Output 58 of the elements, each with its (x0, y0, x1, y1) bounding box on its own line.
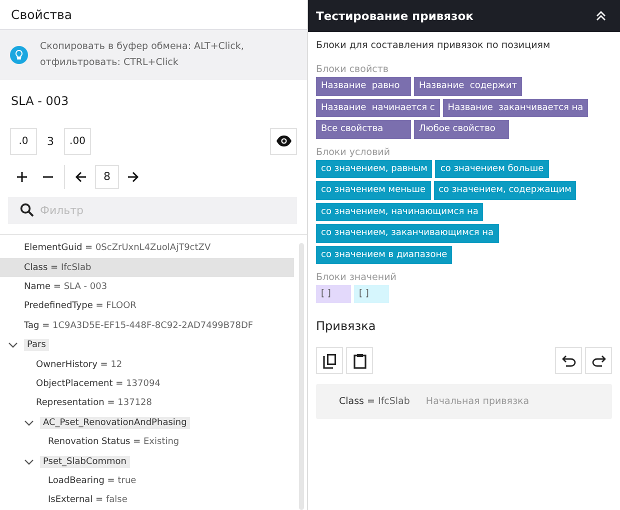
selected-row[interactable]: Class = IfcSlab (0, 258, 294, 278)
section-label: Блоки значений (316, 272, 398, 283)
property-row[interactable]: PredefinedType = FLOOR (24, 301, 136, 312)
section-label: Блоки свойств (316, 64, 390, 75)
property-block[interactable]: Название содержит (414, 77, 522, 96)
property-block[interactable]: Любое свойство (414, 120, 509, 138)
undo-icon (562, 354, 576, 366)
property-row[interactable]: ObjectPlacement = 137094 (36, 378, 160, 389)
property-block[interactable]: Все свойства (316, 120, 411, 138)
property-row[interactable]: Class = IfcSlab (24, 262, 92, 273)
binding-note: Начальная привязка (426, 396, 530, 407)
lightbulb-icon (10, 46, 28, 64)
property-row[interactable]: Representation = 137128 (36, 398, 152, 408)
chevron-down-icon[interactable] (24, 458, 34, 466)
group-label[interactable]: Pset_SlabCommon (40, 456, 130, 468)
property-row[interactable]: ElementGuid = 0ScZrUxnL4ZuolAjT9ctZV (24, 243, 211, 254)
eye-icon (276, 135, 292, 148)
arrow-left-icon[interactable] (75, 170, 87, 183)
group-label[interactable]: Pars (24, 339, 49, 352)
property-row[interactable]: Renovation Status = Existing (48, 437, 180, 448)
visibility-button[interactable] (270, 128, 297, 155)
depth-field[interactable]: 8 (95, 164, 119, 189)
section-subtitle: Блоки для составления привязок по позициям (316, 40, 552, 51)
panel-title: Тестирование привязок (316, 9, 474, 23)
group-label[interactable]: AC_Pset_RenovationAndPhasing (40, 416, 190, 429)
paste-button[interactable] (346, 347, 373, 374)
hint-text: Скопировать в буфер обмена: ALT+Click, отфильтровать: CTRL+Click (40, 40, 245, 70)
property-block[interactable]: Название заканчивается на (442, 98, 588, 117)
increase-precision-button[interactable]: .00 (64, 128, 91, 155)
decrease-precision-button[interactable]: .0 (10, 128, 37, 155)
precision-value: 3 (47, 134, 54, 148)
binding-title: Привязка (316, 319, 377, 333)
chevron-down-icon[interactable] (8, 341, 18, 350)
collapse-chevron-icon[interactable] (596, 11, 606, 21)
copy-button[interactable] (316, 347, 343, 374)
property-block[interactable]: Название равно (316, 77, 411, 96)
chevron-down-icon[interactable] (24, 418, 34, 427)
search-icon (20, 202, 34, 217)
property-block[interactable]: Название начинается с (316, 98, 440, 117)
panel-title: Свойства (11, 6, 72, 22)
property-row[interactable]: Tag = 1C9A3D5E-EF15-448F-8C92-2AD7499B78DF (24, 320, 254, 331)
undo-button[interactable] (555, 347, 582, 374)
property-row[interactable]: OwnerHistory = 12 (36, 360, 122, 370)
property-row[interactable]: IsExternal = false (48, 495, 128, 506)
binding-property: Class = IfcSlab (339, 396, 410, 407)
clipboard-icon (352, 352, 366, 368)
filter-field[interactable]: Фильтр (8, 196, 297, 224)
arrow-right-icon[interactable] (127, 170, 139, 183)
redo-icon (592, 354, 606, 366)
copy-icon (322, 352, 336, 368)
property-row[interactable]: Name = SLA - 003 (24, 282, 108, 292)
element-name: SLA - 003 (10, 93, 70, 110)
redo-button[interactable] (585, 347, 612, 374)
section-label: Блоки условий (316, 146, 392, 158)
value-block[interactable]: [ ] (316, 285, 351, 303)
expand-icon[interactable] (16, 170, 28, 183)
value-block[interactable]: [ ] (354, 285, 389, 303)
property-row[interactable]: LoadBearing = true (48, 476, 136, 486)
